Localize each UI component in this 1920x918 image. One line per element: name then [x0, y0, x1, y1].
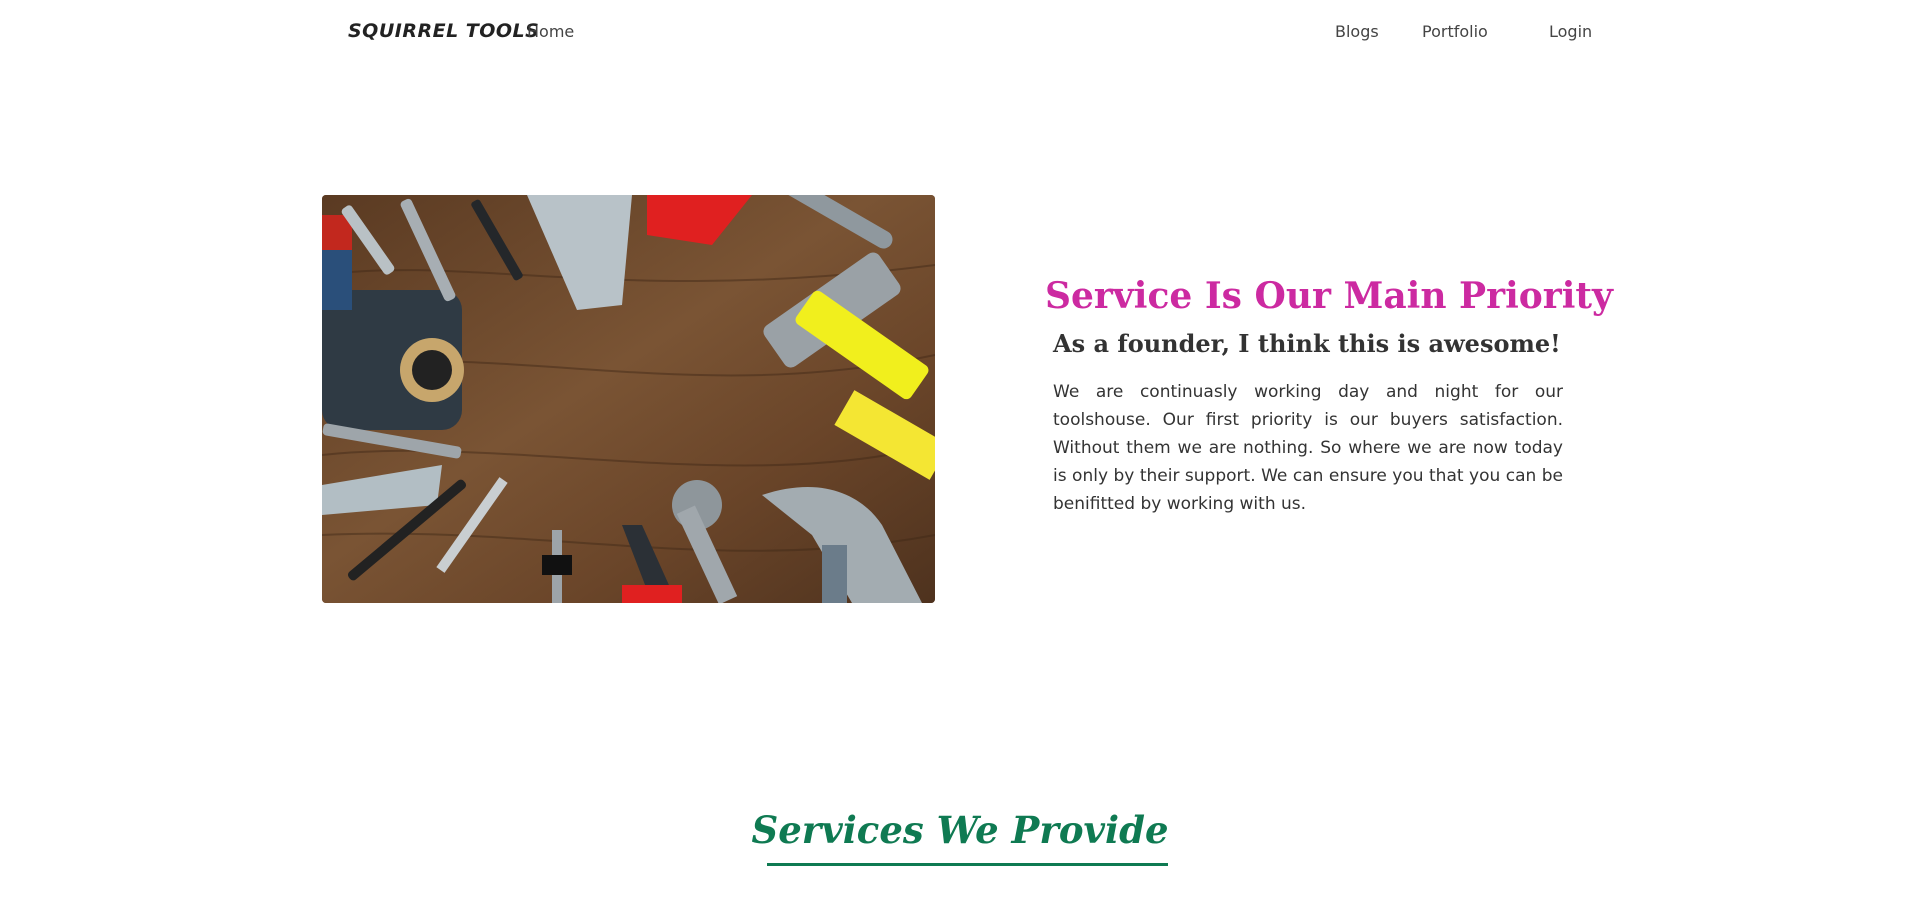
nav-blogs-link[interactable]: Blogs [1335, 22, 1379, 41]
hero-title: Service Is Our Main Priority [1045, 275, 1613, 317]
tools-photo-illustration [322, 195, 935, 603]
nav-login-link[interactable]: Login [1549, 22, 1592, 41]
hero-tools-image [322, 195, 935, 603]
nav-home-link[interactable]: Home [527, 22, 574, 41]
hero-body-text: We are continuasly working day and night… [1053, 382, 1563, 514]
brand-logo[interactable]: SQUIRREL TOOLS [348, 20, 539, 42]
services-heading: Services We Provide [751, 808, 1169, 852]
services-heading-underline [767, 863, 1168, 866]
hero-text-section: Service Is Our Main Priority As a founde… [1045, 275, 1613, 518]
nav-portfolio-link[interactable]: Portfolio [1422, 22, 1488, 41]
hero-subtitle: As a founder, I think this is awesome! [1053, 329, 1561, 358]
top-navbar: SQUIRREL TOOLS Home Blogs Portfolio Logi… [0, 0, 1920, 66]
